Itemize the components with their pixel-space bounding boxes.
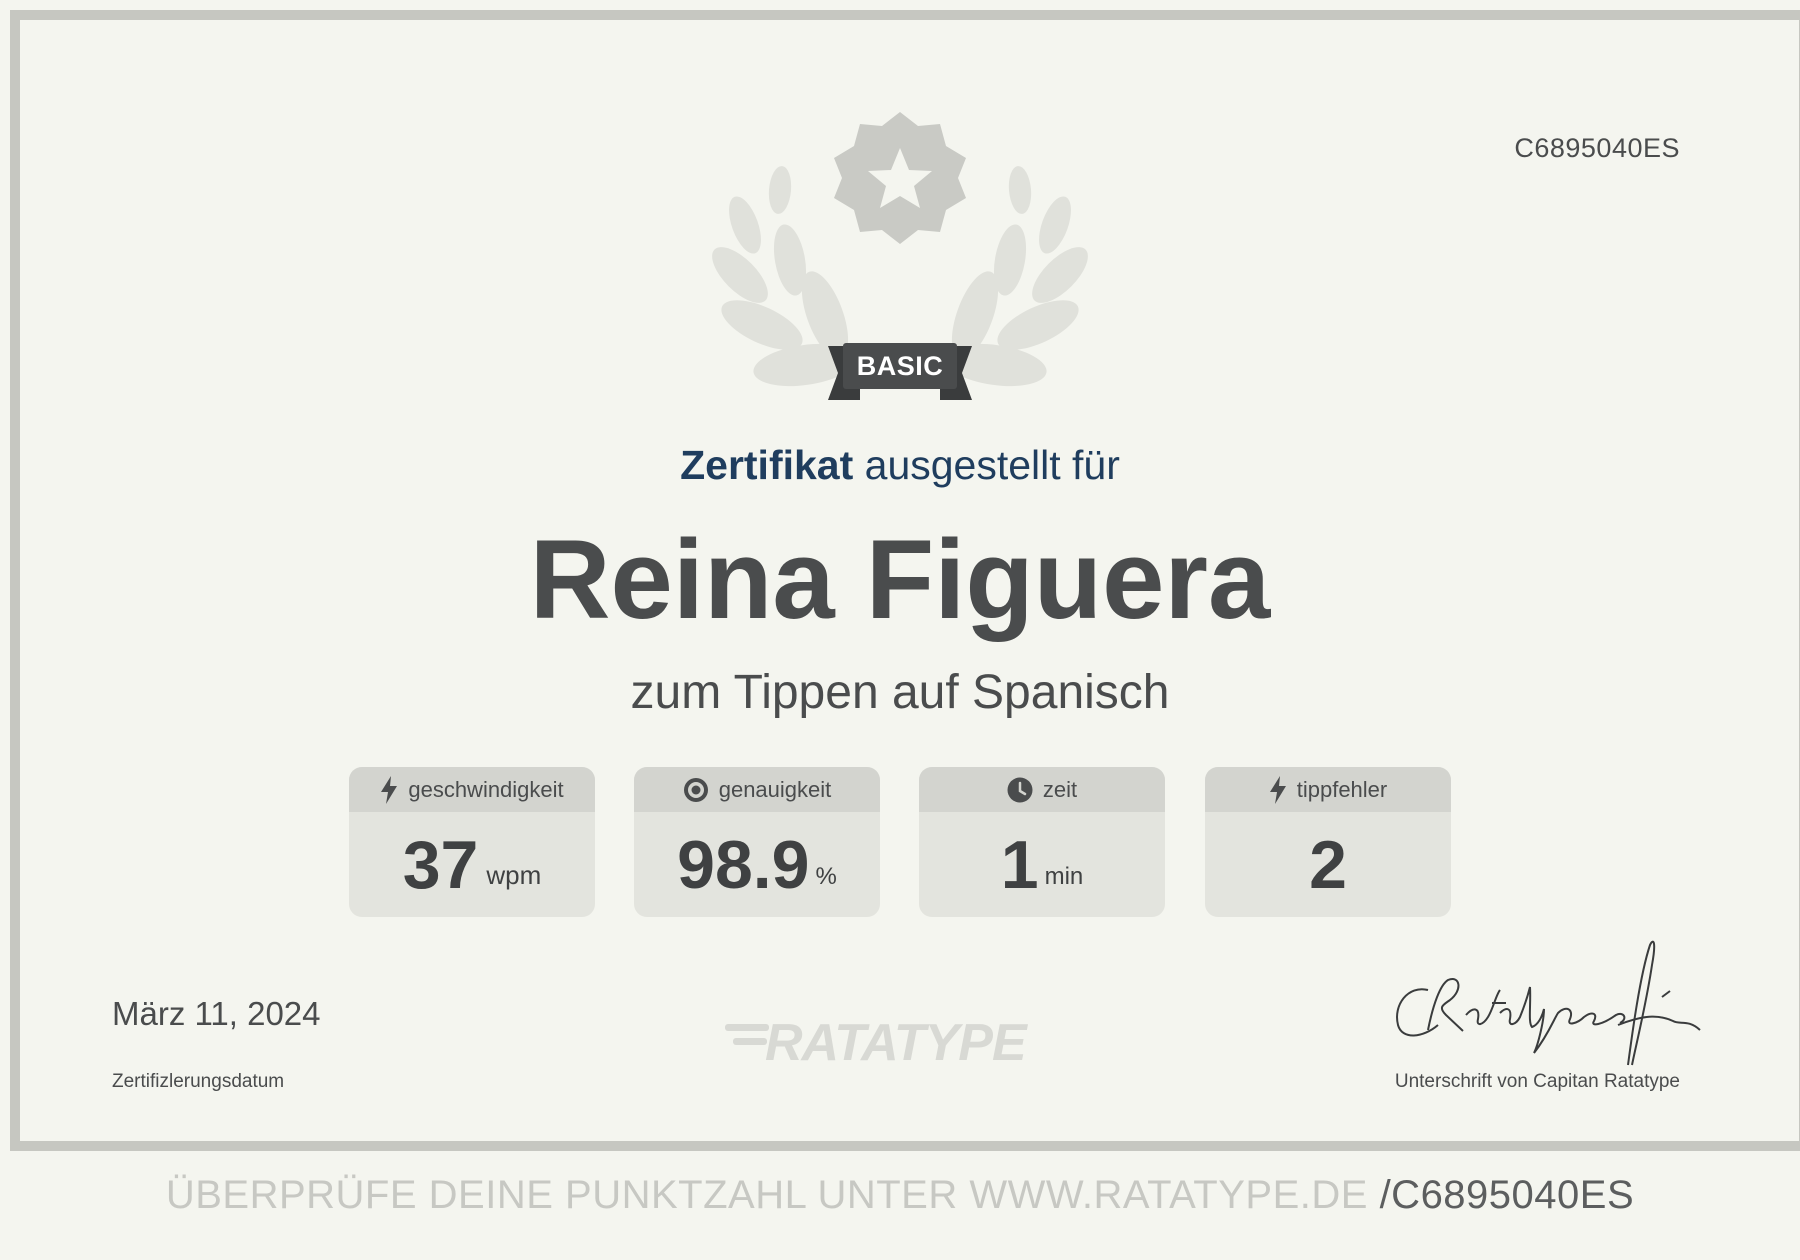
stats-row: geschwindigkeit 37 wpm genauigkeit 98.9 …	[349, 767, 1451, 917]
recipient-name: Reina Figuera	[529, 517, 1271, 642]
stat-card-header: tippfehler	[1205, 767, 1451, 812]
lightning-icon	[1269, 775, 1286, 804]
stat-card-accuracy: genauigkeit 98.9 %	[634, 767, 880, 917]
verify-banner: ÜBERPRÜFE DEINE PUNKTZAHL UNTER WWW.RATA…	[0, 1173, 1800, 1218]
verify-code: /C6895040ES	[1379, 1173, 1635, 1217]
lightning-icon	[381, 775, 398, 804]
target-icon	[683, 777, 708, 802]
verify-text: ÜBERPRÜFE DEINE PUNKTZAHL UNTER WWW.RATA…	[165, 1173, 1380, 1217]
stat-value: 98.9	[677, 826, 810, 903]
stat-card-body: 1 min	[919, 812, 1165, 917]
stat-unit: wpm	[486, 860, 542, 890]
stat-card-header: genauigkeit	[634, 767, 880, 812]
stat-label: zeit	[1042, 776, 1078, 802]
svg-text:RATATYPE: RATATYPE	[765, 1014, 1028, 1070]
stat-card-header: geschwindigkeit	[349, 767, 595, 812]
ratatype-logo: RATATYPE	[725, 1014, 1029, 1070]
heading-rest: ausgestellt für	[853, 442, 1120, 488]
stat-value: 2	[1309, 826, 1347, 903]
clock-icon	[1007, 777, 1033, 802]
level-badge: BASIC	[856, 351, 944, 381]
certification-date: März 11, 2024	[112, 995, 321, 1032]
stat-card-speed: geschwindigkeit 37 wpm	[349, 767, 595, 917]
signature-image	[1396, 940, 1701, 1066]
stat-value: 37	[402, 826, 479, 903]
stat-card-mistakes: tippfehler 2	[1205, 767, 1451, 917]
stat-value: 1	[1000, 826, 1039, 903]
stat-unit: %	[815, 863, 837, 890]
stat-card-body: 2	[1205, 812, 1451, 917]
certification-date-label: Zertifizlerungsdatum	[112, 1071, 285, 1092]
course-title: zum Tippen auf Spanisch	[630, 666, 1170, 719]
stat-card-time: zeit 1 min	[919, 767, 1165, 917]
stat-card-header: zeit	[919, 767, 1165, 812]
stat-card-body: 37 wpm	[349, 812, 595, 917]
stat-card-body: 98.9 %	[634, 812, 880, 917]
stat-label: geschwindigkeit	[408, 776, 564, 802]
stat-unit: min	[1044, 863, 1084, 890]
heading-bold: Zertifikat	[680, 442, 854, 488]
stat-label: genauigkeit	[718, 776, 832, 802]
certificate-id: C6895040ES	[1514, 133, 1680, 163]
star-seal-icon	[834, 112, 966, 244]
stat-label: tippfehler	[1296, 776, 1388, 802]
signature-label: Unterschrift von Capitan Ratatype	[1394, 1071, 1680, 1092]
certificate-heading: Zertifikat ausgestellt für	[0, 442, 1800, 489]
